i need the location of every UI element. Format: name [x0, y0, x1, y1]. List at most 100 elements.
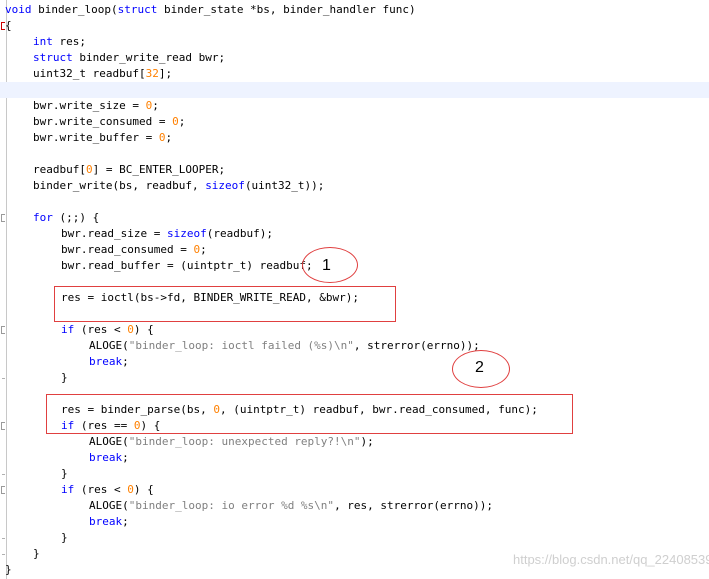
code-token: sizeof: [205, 179, 245, 192]
code-line-text: if (res < 0) {: [61, 482, 154, 498]
code-token: ;: [165, 131, 173, 144]
code-line-text: }: [5, 562, 12, 578]
code-token: }: [61, 467, 68, 480]
code-line[interactable]: readbuf[0] = BC_ENTER_LOOPER;: [0, 162, 709, 178]
code-line-text: ALOGE("binder_loop: io error %d %s\n", r…: [89, 498, 493, 514]
code-line-text: }: [61, 466, 68, 482]
code-line-text: bwr.read_consumed = 0;: [61, 242, 207, 258]
watermark-url: https://blog.csdn.net/qq_22408539: [513, 552, 709, 567]
code-token: , strerror(errno));: [353, 339, 480, 352]
code-token: bwr.read_buffer = (uintptr_t) readbuf;: [61, 259, 313, 272]
code-line[interactable]: int res;: [0, 34, 709, 50]
code-line-text: void binder_loop(struct binder_state *bs…: [5, 2, 416, 18]
code-token: ];: [158, 67, 173, 80]
code-token: bwr.write_size =: [33, 99, 146, 112]
code-token: ;: [178, 115, 186, 128]
code-token: 32: [145, 67, 159, 80]
code-line[interactable]: binder_write(bs, readbuf, sizeof(uint32_…: [0, 178, 709, 194]
code-token: binder_state *bs, binder_handler func): [157, 3, 416, 16]
code-line-text: break;: [89, 450, 129, 466]
code-token: ALOGE(: [89, 499, 129, 512]
annotation-label-2: 2: [475, 359, 484, 376]
code-token: ) {: [133, 483, 154, 496]
code-line[interactable]: bwr.write_buffer = 0;: [0, 130, 709, 146]
code-token: ;: [122, 515, 129, 528]
code-token: (uint32_t));: [244, 179, 325, 192]
code-line-text: }: [61, 530, 68, 546]
code-token: ] = BC_ENTER_LOOPER;: [92, 163, 226, 176]
code-token: break: [89, 515, 123, 528]
code-token: void: [5, 3, 32, 16]
code-line-text: bwr.write_consumed = 0;: [33, 114, 185, 130]
code-line[interactable]: ALOGE("binder_loop: ioctl failed (%s)\n"…: [0, 338, 709, 354]
code-line[interactable]: {: [0, 18, 709, 34]
code-token: "binder_loop: ioctl failed (%s)\n": [128, 339, 354, 352]
code-token: "binder_loop: io error %d %s\n": [128, 499, 335, 512]
code-token: (readbuf);: [206, 227, 273, 240]
code-token: ALOGE(: [89, 435, 129, 448]
code-line[interactable]: for (;;) {: [0, 210, 709, 226]
code-line[interactable]: struct binder_write_read bwr;: [0, 50, 709, 66]
annotation-label-1: 1: [322, 257, 331, 274]
code-line-text: for (;;) {: [33, 210, 99, 226]
code-line-text: ALOGE("binder_loop: unexpected reply?!\n…: [89, 434, 374, 450]
code-token: , res, strerror(errno));: [334, 499, 494, 512]
code-line[interactable]: if (res < 0) {: [0, 482, 709, 498]
code-line-text: break;: [89, 354, 129, 370]
code-line[interactable]: break;: [0, 514, 709, 530]
code-token: (res <: [74, 323, 128, 336]
code-token: 0: [127, 323, 134, 336]
code-token: binder_write_read bwr;: [72, 51, 226, 64]
code-line-text: bwr.read_buffer = (uintptr_t) readbuf;: [61, 258, 313, 274]
code-token: 0: [85, 163, 93, 176]
code-line[interactable]: [0, 194, 709, 210]
code-token: binder_loop(: [31, 3, 118, 16]
code-line-text: bwr.write_size = 0;: [33, 98, 159, 114]
code-line[interactable]: }: [0, 530, 709, 546]
code-token: readbuf[: [33, 163, 86, 176]
code-token: int: [33, 35, 53, 48]
code-token: {: [5, 19, 12, 32]
code-line-text: binder_write(bs, readbuf, sizeof(uint32_…: [33, 178, 324, 194]
code-line[interactable]: }: [0, 370, 709, 386]
code-token: res;: [52, 35, 86, 48]
code-token: if: [61, 323, 75, 336]
code-token: sizeof: [166, 227, 207, 240]
code-line[interactable]: bwr.write_consumed = 0;: [0, 114, 709, 130]
code-line-text: uint32_t readbuf[32];: [33, 66, 172, 82]
code-line[interactable]: ALOGE("binder_loop: unexpected reply?!\n…: [0, 434, 709, 450]
code-line-text: }: [61, 370, 68, 386]
code-token: binder_write(bs, readbuf,: [33, 179, 206, 192]
code-line[interactable]: bwr.read_size = sizeof(readbuf);: [0, 226, 709, 242]
code-editor[interactable]: void binder_loop(struct binder_state *bs…: [0, 0, 709, 579]
code-line-text: ALOGE("binder_loop: ioctl failed (%s)\n"…: [89, 338, 480, 354]
code-line[interactable]: void binder_loop(struct binder_state *bs…: [0, 2, 709, 18]
code-line-text: }: [33, 546, 40, 562]
code-line[interactable]: if (res < 0) {: [0, 322, 709, 338]
code-line-text: bwr.read_size = sizeof(readbuf);: [61, 226, 273, 242]
code-token: }: [33, 547, 40, 560]
code-line-text: bwr.write_buffer = 0;: [33, 130, 172, 146]
code-line[interactable]: }: [0, 466, 709, 482]
code-line[interactable]: ALOGE("binder_loop: io error %d %s\n", r…: [0, 498, 709, 514]
code-line[interactable]: bwr.write_size = 0;: [0, 98, 709, 114]
code-token: (;;) {: [52, 211, 100, 224]
code-line[interactable]: break;: [0, 354, 709, 370]
code-line[interactable]: [0, 82, 709, 98]
code-token: struct: [117, 3, 158, 16]
code-line[interactable]: uint32_t readbuf[32];: [0, 66, 709, 82]
code-line[interactable]: break;: [0, 450, 709, 466]
code-line-text: if (res < 0) {: [61, 322, 154, 338]
code-token: ;: [122, 355, 129, 368]
code-token: }: [5, 563, 12, 576]
code-token: uint32_t readbuf[: [33, 67, 146, 80]
code-token: bwr.write_buffer =: [33, 131, 159, 144]
code-line-text: struct binder_write_read bwr;: [33, 50, 225, 66]
highlight-box-binder-parse: [46, 394, 573, 434]
code-token: }: [61, 531, 68, 544]
code-line-text: readbuf[0] = BC_ENTER_LOOPER;: [33, 162, 225, 178]
code-token: 0: [127, 483, 134, 496]
code-token: break: [89, 355, 123, 368]
code-line[interactable]: [0, 146, 709, 162]
highlight-box-ioctl: [54, 286, 396, 322]
